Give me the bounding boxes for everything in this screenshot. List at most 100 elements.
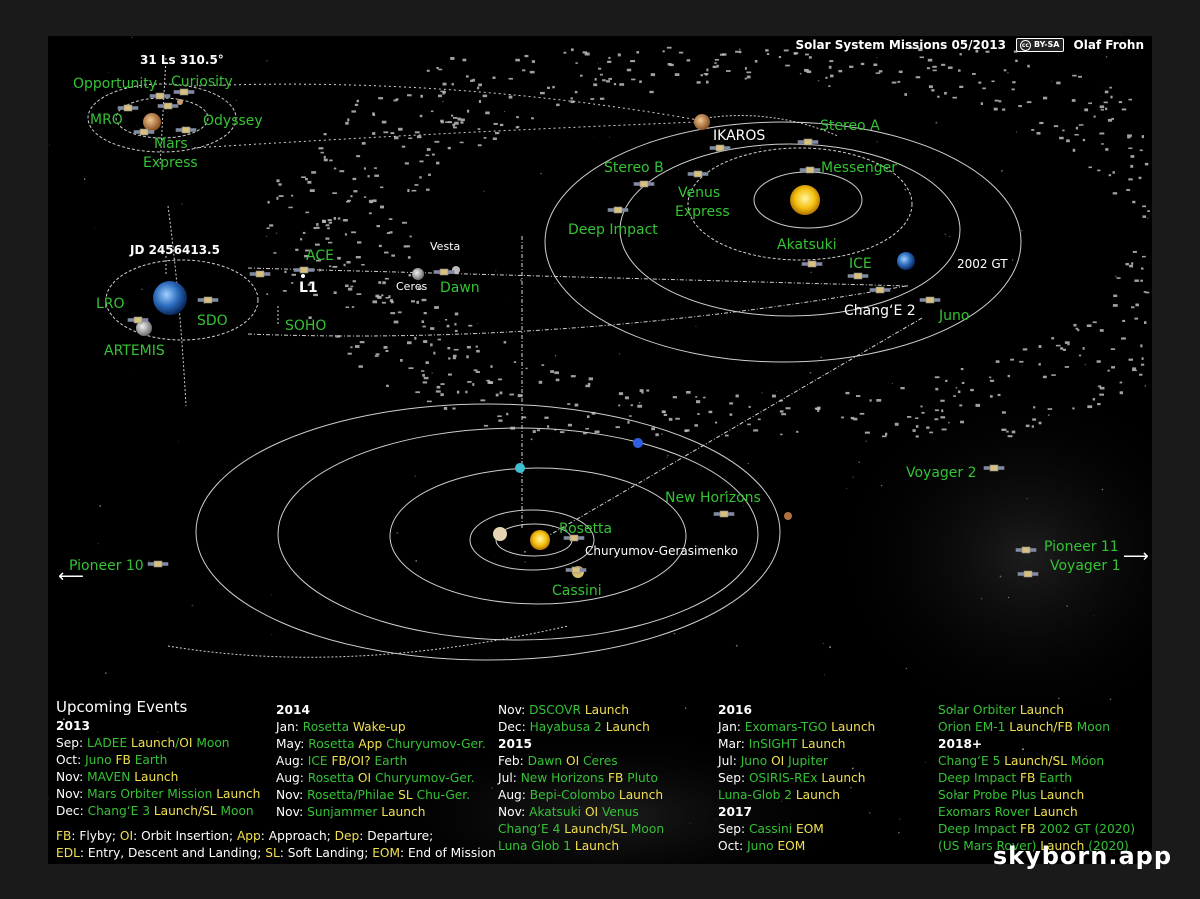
asteroid <box>1098 385 1102 388</box>
asteroid <box>646 389 650 392</box>
asteroid <box>422 325 426 328</box>
asteroid <box>411 189 417 192</box>
asteroid <box>356 293 362 295</box>
asteroid <box>959 85 964 88</box>
event-subject: Juno <box>85 753 116 767</box>
event-subject: Earth <box>374 754 408 768</box>
star <box>1021 365 1023 367</box>
event-item: Aug: Bepi-Colombo Launch <box>498 787 664 804</box>
asteroid <box>473 369 478 372</box>
asteroid <box>414 131 420 134</box>
asteroid <box>438 68 443 71</box>
asteroid <box>448 357 451 360</box>
event-action: Wake-up <box>352 720 406 734</box>
asteroid <box>1135 303 1139 307</box>
star <box>491 787 494 789</box>
asteroid <box>937 95 940 98</box>
asteroid <box>381 301 386 304</box>
asteroid <box>375 353 380 356</box>
asteroid <box>960 420 964 424</box>
asteroid <box>532 430 536 433</box>
asteroid <box>522 69 526 72</box>
asteroid <box>926 426 930 429</box>
star <box>666 456 668 458</box>
event-subject: Rosetta <box>307 771 358 785</box>
asteroid <box>339 170 345 173</box>
asteroid <box>607 60 612 63</box>
asteroid <box>516 116 519 119</box>
event-action: Launch <box>381 805 426 819</box>
asteroid <box>483 424 489 427</box>
asteroid <box>470 79 473 82</box>
asteroid <box>594 430 600 433</box>
asteroid <box>1096 360 1101 363</box>
asteroid <box>808 56 812 59</box>
asteroid <box>587 415 590 418</box>
asteroid <box>970 388 974 392</box>
event-subject: LADEE <box>86 736 132 750</box>
cc-license-badge[interactable]: cc BY-SA <box>1015 38 1064 52</box>
asteroid <box>1003 69 1007 72</box>
arrow-right-icon: ⟶ <box>1123 546 1149 567</box>
asteroid <box>1072 148 1076 152</box>
asteroid <box>492 76 496 79</box>
asteroid <box>615 426 620 429</box>
asteroid <box>864 431 870 434</box>
asteroid <box>978 81 982 84</box>
asteroid <box>1011 88 1015 91</box>
event-subject: Cassini <box>748 822 797 836</box>
asteroid <box>408 137 413 139</box>
asteroid <box>416 135 422 139</box>
asteroid <box>735 50 740 53</box>
asteroid <box>995 360 1000 363</box>
event-item: Luna Glob 1 Launch <box>498 838 664 855</box>
asteroid <box>958 69 961 72</box>
event-item: Deep Impact FB Earth <box>938 770 1135 787</box>
asteroid <box>1127 136 1131 139</box>
event-subject: MAVEN <box>87 770 135 784</box>
asteroid <box>390 312 396 315</box>
asteroid <box>1082 347 1085 350</box>
asteroid <box>452 123 456 127</box>
asteroid <box>355 345 360 348</box>
event-subject: 2002 GT (2020) <box>1039 822 1136 836</box>
asteroid <box>1140 363 1145 366</box>
asteroid <box>430 343 433 347</box>
event-year: 2015 <box>498 737 532 751</box>
event-month: Mar: <box>718 737 749 751</box>
asteroid <box>746 75 751 79</box>
star <box>540 172 542 175</box>
star <box>747 462 749 465</box>
event-month: Jan: <box>718 720 745 734</box>
asteroid <box>928 85 933 89</box>
asteroid <box>932 65 937 68</box>
label-ceres: Ceres <box>396 280 428 293</box>
event-action: FB <box>1020 771 1040 785</box>
spacecraft-icon <box>293 266 315 274</box>
label-curiosity: Curiosity <box>171 74 233 90</box>
asteroid <box>1101 143 1104 145</box>
asteroid <box>498 419 503 422</box>
asteroid <box>590 98 595 100</box>
asteroid <box>675 417 680 420</box>
asteroid <box>345 306 349 308</box>
event-year: 2018+ <box>938 737 983 751</box>
asteroid <box>456 390 460 394</box>
label-artemis: ARTEMIS <box>104 343 165 359</box>
event-item: Nov: MAVEN Launch <box>56 769 260 786</box>
asteroid <box>1056 81 1061 85</box>
asteroid <box>708 410 713 414</box>
asteroid <box>529 70 535 74</box>
asteroid <box>467 109 470 113</box>
star <box>898 818 901 820</box>
asteroid <box>934 409 939 412</box>
asteroid <box>452 407 456 410</box>
asteroid <box>765 49 769 52</box>
asteroid <box>453 126 457 129</box>
star <box>483 190 485 193</box>
asteroid <box>380 205 384 209</box>
event-action: Launch/SL <box>153 804 221 818</box>
event-item: Dec: Hayabusa 2 Launch <box>498 719 664 736</box>
event-item: Solar Probe Plus Launch <box>938 787 1135 804</box>
asteroid <box>538 380 543 384</box>
